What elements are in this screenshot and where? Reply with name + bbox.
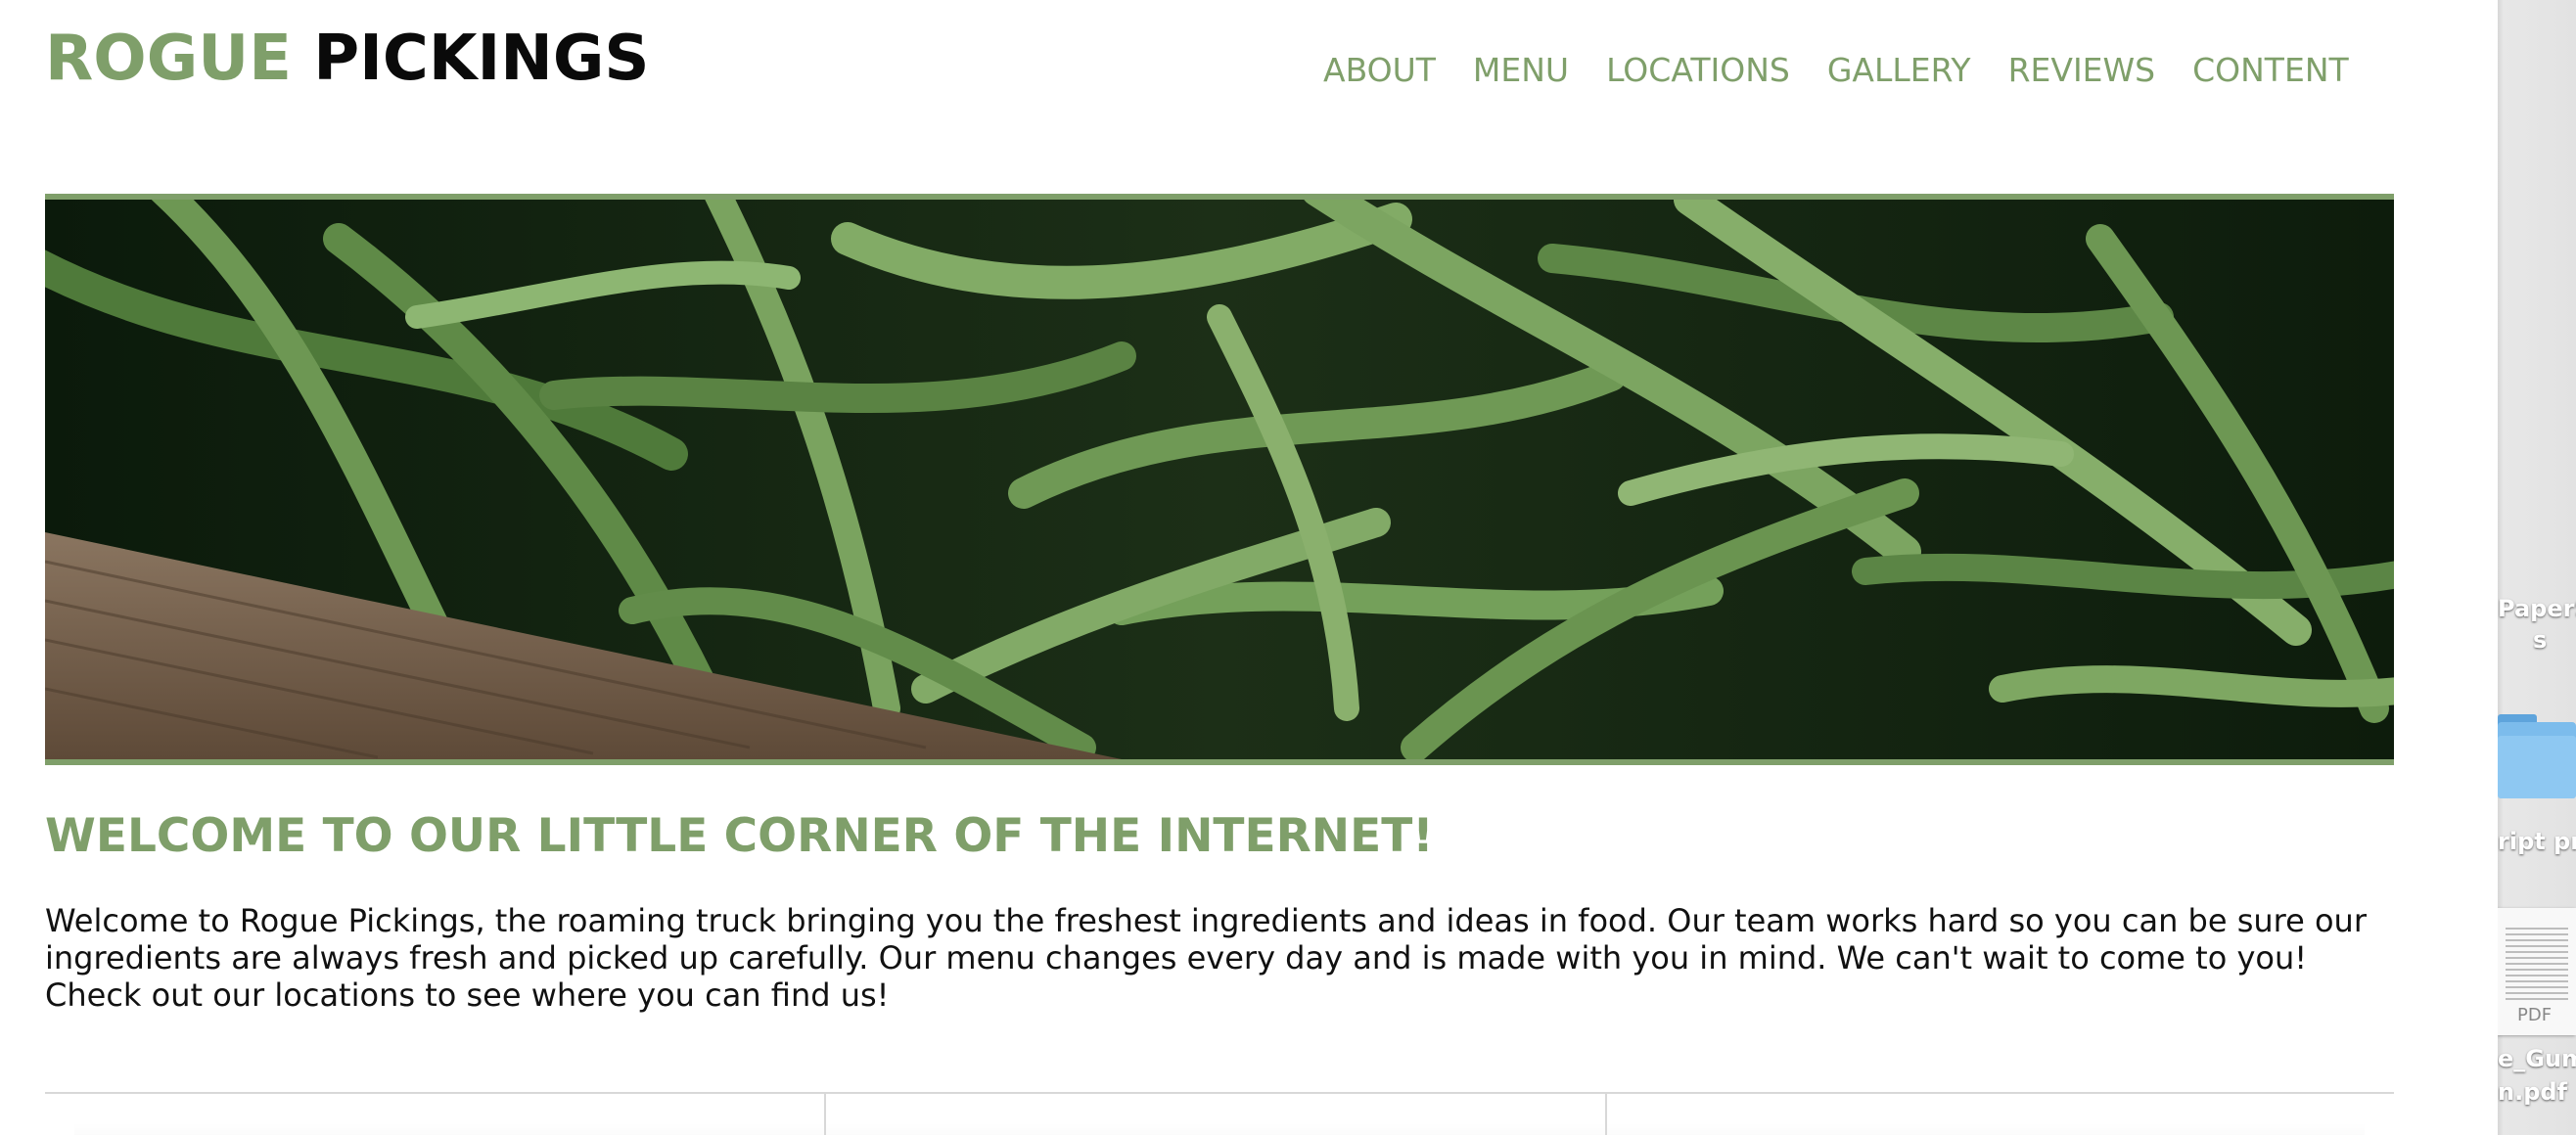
nav-link-content[interactable]: CONTENT	[2192, 49, 2349, 92]
nav-link-reviews[interactable]: REVIEWS	[2008, 49, 2156, 92]
logo-first-word: ROGUE	[45, 23, 292, 95]
desktop-item-label: ript pra	[2498, 828, 2576, 855]
top-nav: ABOUT MENU LOCATIONS GALLERY REVIEWS CON…	[1323, 49, 2349, 92]
pdf-file-icon[interactable]: PDF	[2498, 908, 2576, 1035]
pdf-preview-lines	[2506, 924, 2568, 1002]
green-beans-illustration	[45, 200, 2394, 759]
welcome-paragraph: Welcome to Rogue Pickings, the roaming t…	[45, 902, 2367, 1014]
nav-link-gallery[interactable]: GALLERY	[1827, 49, 1971, 92]
desktop-background: PaperS s ript pra PDF e_Gum n.pdf	[2498, 0, 2576, 1135]
desktop-item-label: PaperS	[2498, 595, 2576, 622]
nav-link-about[interactable]: ABOUT	[1323, 49, 1436, 92]
desktop-item-label: s	[2533, 626, 2548, 654]
site-logo[interactable]: ROGUE PICKINGS	[45, 22, 649, 96]
pdf-tag: PDF	[2517, 1005, 2553, 1025]
desktop-item-label: e_Gum	[2498, 1045, 2576, 1072]
nav-link-locations[interactable]: LOCATIONS	[1606, 49, 1790, 92]
card-shadow	[74, 1123, 2365, 1135]
nav-link-menu[interactable]: MENU	[1473, 49, 1569, 92]
feature-cards-row	[45, 1092, 2394, 1135]
folder-icon[interactable]	[2498, 706, 2576, 800]
hero-image-green-beans	[45, 194, 2394, 765]
desktop-item-label: n.pdf	[2498, 1078, 2568, 1106]
logo-second-word: PICKINGS	[313, 23, 650, 95]
card-divider	[824, 1094, 826, 1135]
welcome-heading: WELCOME TO OUR LITTLE CORNER OF THE INTE…	[45, 809, 1434, 863]
webpage: ROGUE PICKINGS ABOUT MENU LOCATIONS GALL…	[0, 0, 2498, 1135]
card-divider	[1605, 1094, 1607, 1135]
